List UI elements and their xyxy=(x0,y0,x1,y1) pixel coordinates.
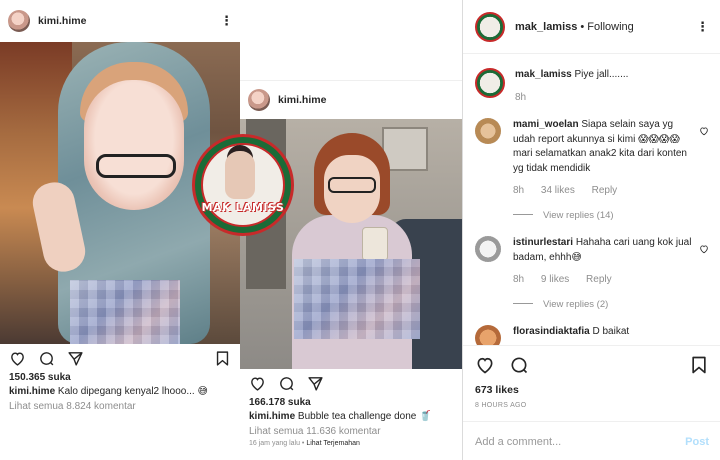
comment-time: 8h xyxy=(515,91,527,103)
comment-text: Piye jall....... xyxy=(574,69,629,80)
like-count[interactable]: 150.365 suka xyxy=(0,372,240,383)
comment-meta: 8h 34 likes Reply xyxy=(513,184,693,199)
comment-username[interactable]: istinurlestari xyxy=(513,237,573,248)
post-username[interactable]: kimi.hime xyxy=(278,94,326,106)
reply-button[interactable]: Reply xyxy=(592,185,618,196)
comment-item: istinurlestari Hahaha cari uang kok jual… xyxy=(475,236,709,312)
comment-body: mak_lamiss Piye jall....... 8h xyxy=(515,68,695,105)
comment-icon[interactable] xyxy=(278,375,295,392)
reply-button[interactable]: Reply xyxy=(586,274,612,285)
post-meta: 16 jam yang lalu • Lihat Terjemahan xyxy=(249,440,360,447)
censor-mosaic xyxy=(294,259,420,339)
comment-meta: 8h 9 likes Reply xyxy=(513,273,693,288)
comment-like-icon[interactable] xyxy=(699,126,709,139)
comment-username[interactable]: florasindiaktafia xyxy=(513,326,590,337)
time-ago: 16 jam yang lalu xyxy=(249,440,300,447)
avatar[interactable] xyxy=(475,11,505,42)
heart-icon[interactable] xyxy=(249,375,266,392)
like-count[interactable]: 673 likes xyxy=(463,384,720,396)
comment-time: 8h xyxy=(513,274,525,285)
censor-mosaic xyxy=(70,280,180,344)
face xyxy=(84,80,184,210)
heart-icon[interactable] xyxy=(9,350,26,367)
comment-item: mak_lamiss Piye jall....... 8h xyxy=(475,68,709,105)
post-header: kimi.hime ⋮ xyxy=(0,0,240,42)
caption-username[interactable]: kimi.hime xyxy=(9,386,55,397)
bookmark-icon[interactable] xyxy=(214,350,231,367)
post-header: kimi.hime xyxy=(240,81,462,119)
comment-meta: 8h xyxy=(515,91,695,106)
avatar[interactable] xyxy=(475,325,501,345)
comment-body: istinurlestari Hahaha cari uang kok jual… xyxy=(513,236,693,312)
instagram-post-middle: kimi.hime 166.178 suka kimi.hime Bubble … xyxy=(240,80,462,460)
avatar[interactable] xyxy=(8,10,30,32)
avatar[interactable] xyxy=(475,118,501,144)
avatar[interactable] xyxy=(475,68,505,98)
post-actions xyxy=(0,344,240,372)
mak-lamiss-logo: MAK LAMISS xyxy=(192,134,294,236)
glasses xyxy=(96,154,176,178)
like-count[interactable]: 166.178 suka xyxy=(240,397,462,408)
caption: kimi.hime Kalo dipegang kenyal2 lhooo...… xyxy=(0,383,240,397)
comment-icon[interactable] xyxy=(38,350,55,367)
post-actions xyxy=(463,346,720,384)
view-all-comments[interactable]: Lihat semua 11.636 komentar xyxy=(240,422,462,437)
comment-icon[interactable] xyxy=(509,355,529,375)
share-icon[interactable] xyxy=(307,375,324,392)
view-replies-button[interactable]: View replies (2) xyxy=(513,298,693,313)
heart-icon[interactable] xyxy=(475,355,495,375)
view-all-comments[interactable]: Lihat semua 8.824 komentar xyxy=(0,397,240,412)
caption-text: Bubble tea challenge done 🥤 xyxy=(297,411,432,422)
glasses xyxy=(328,177,376,193)
view-replies-button[interactable]: View replies (14) xyxy=(513,209,693,224)
logo-figure xyxy=(225,151,255,199)
add-comment-bar: Post xyxy=(463,421,720,460)
comment-likes[interactable]: 9 likes xyxy=(541,274,569,285)
post-footer: 673 likes 8 HOURS AGO Post xyxy=(463,345,720,460)
avatar[interactable] xyxy=(475,236,501,262)
comment-text: D baikat xyxy=(592,326,630,337)
post-actions xyxy=(240,369,462,397)
post-username[interactable]: mak_lamiss xyxy=(515,21,577,33)
caption-text: Kalo dipegang kenyal2 lhooo... 😅 xyxy=(57,386,208,397)
following-status[interactable]: • Following xyxy=(580,21,633,33)
post-username[interactable]: kimi.hime xyxy=(38,15,86,27)
avatar[interactable] xyxy=(248,89,270,111)
caption: kimi.hime Bubble tea challenge done 🥤 xyxy=(240,408,462,422)
comment-body: florasindiaktafia D baikat xyxy=(513,325,693,345)
comment-time: 8h xyxy=(513,185,525,196)
see-translation-link[interactable]: Lihat Terjemahan xyxy=(306,440,360,447)
post-comment-button[interactable]: Post xyxy=(685,436,709,448)
comments-list: mak_lamiss Piye jall....... 8h mami_woel… xyxy=(463,56,720,345)
comment-username[interactable]: mak_lamiss xyxy=(515,69,572,80)
instagram-post-left: kimi.hime ⋮ 150.365 suka kimi.hime Kalo … xyxy=(0,0,240,460)
comment-item: mami_woelan Siapa selain saya yg udah re… xyxy=(475,118,709,223)
instagram-post-detail-panel: mak_lamiss • Following ⋮ mak_lamiss Piye… xyxy=(462,0,720,460)
comment-likes[interactable]: 34 likes xyxy=(541,185,575,196)
caption-username[interactable]: kimi.hime xyxy=(249,411,295,422)
comment-like-icon[interactable] xyxy=(699,244,709,257)
add-comment-input[interactable] xyxy=(475,435,686,448)
comment-item: florasindiaktafia D baikat xyxy=(475,325,709,345)
more-options-icon[interactable]: ⋮ xyxy=(220,13,233,29)
more-options-icon[interactable]: ⋮ xyxy=(696,19,709,35)
bookmark-icon[interactable] xyxy=(689,355,709,375)
comment-username[interactable]: mami_woelan xyxy=(513,119,579,130)
post-time: 8 HOURS AGO xyxy=(475,402,527,409)
logo-text: MAK LAMISS xyxy=(201,201,285,214)
bubble-tea-cup xyxy=(362,227,388,261)
comment-body: mami_woelan Siapa selain saya yg udah re… xyxy=(513,118,693,223)
post-header: mak_lamiss • Following ⋮ xyxy=(463,0,720,54)
share-icon[interactable] xyxy=(67,350,84,367)
